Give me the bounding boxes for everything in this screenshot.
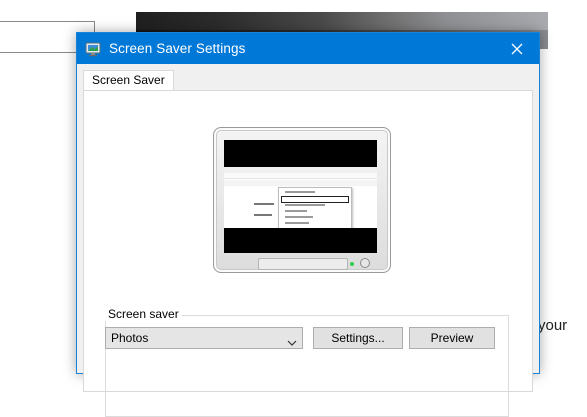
preview-button[interactable]: Preview bbox=[409, 327, 495, 349]
screen-saver-group-label: Screen saver bbox=[105, 307, 182, 321]
close-icon bbox=[511, 43, 523, 54]
background-text-fragment: your bbox=[538, 317, 568, 334]
window-title: Screen Saver Settings bbox=[109, 41, 246, 56]
tab-strip: Screen Saver bbox=[77, 64, 539, 91]
power-button-graphic bbox=[360, 258, 370, 268]
monitor-base bbox=[258, 258, 348, 270]
display-properties-icon bbox=[85, 41, 101, 57]
screen-saver-settings-window: Screen Saver Settings Screen Saver Scree… bbox=[76, 32, 540, 417]
chevron-down-icon bbox=[287, 333, 297, 353]
power-led bbox=[350, 262, 354, 266]
close-button[interactable] bbox=[495, 33, 539, 64]
title-bar[interactable]: Screen Saver Settings bbox=[77, 33, 539, 64]
preview-screen bbox=[224, 140, 377, 253]
monitor-preview bbox=[213, 127, 391, 273]
screen-saver-select-value: Photos bbox=[111, 331, 149, 345]
screen-saver-select[interactable]: Photos bbox=[105, 327, 303, 349]
preview-image bbox=[224, 167, 377, 228]
settings-button[interactable]: Settings... bbox=[313, 327, 403, 349]
tab-screen-saver[interactable]: Screen Saver bbox=[83, 70, 174, 91]
